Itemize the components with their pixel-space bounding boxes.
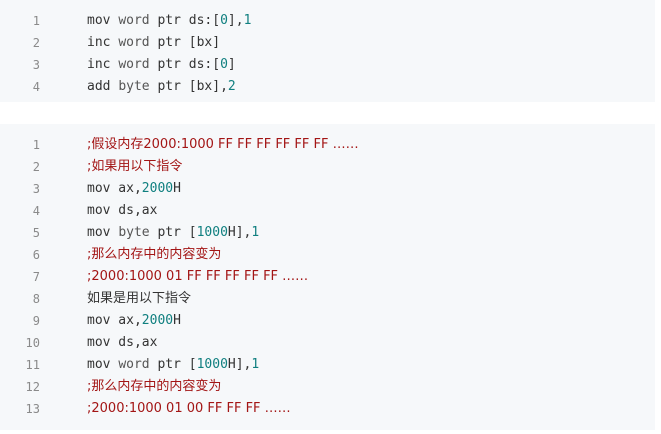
code-line: 1 mov word ptr ds:[0],1 [0, 10, 655, 32]
code-text: ;假设内存2000:1000 FF FF FF FF FF FF …… [40, 134, 655, 156]
code-token-plain: add [87, 79, 119, 94]
line-number: 3 [32, 58, 40, 72]
line-number: 8 [32, 292, 40, 306]
code-line: 8 如果是用以下指令 [0, 288, 655, 310]
code-token-cmt: ;那么内存中的内容变为 [87, 379, 222, 394]
code-token-cmt: ;2000:1000 01 00 FF FF FF …… [87, 401, 291, 416]
line-number: 2 [32, 36, 40, 50]
code-token-plain: H [173, 313, 181, 328]
line-number: 1 [32, 138, 40, 152]
code-token-plain: ], [227, 13, 244, 28]
code-block-2: 1 ;假设内存2000:1000 FF FF FF FF FF FF …… 2 ;如果… [0, 124, 655, 430]
code-text: mov ax,2000H [40, 178, 655, 200]
code-token-cmt: ;如果用以下指令 [87, 159, 183, 174]
code-token-cmt: ;那么内存中的内容变为 [87, 247, 222, 262]
code-token-plain: mov [87, 357, 119, 372]
line-number: 4 [32, 204, 40, 218]
code-text: ;如果用以下指令 [40, 156, 655, 178]
code-token-plain: mov [87, 13, 119, 28]
code-line: 11 mov word ptr [1000H],1 [0, 354, 655, 376]
line-number: 3 [32, 182, 40, 196]
code-token-num: 1 [243, 13, 252, 28]
code-text: mov ax,2000H [40, 310, 655, 332]
code-token-plain: ptr ds:[ [149, 13, 221, 28]
code-line: 2 ;如果用以下指令 [0, 156, 655, 178]
code-token-plain: mov ax, [87, 313, 142, 328]
code-line: 4 add byte ptr [bx],2 [0, 76, 655, 98]
line-number: 6 [32, 248, 40, 262]
code-token-num: 0 [220, 13, 228, 28]
code-token-type: byte [118, 225, 150, 240]
code-token-plain: mov ds,ax [87, 335, 158, 350]
code-text: ;2000:1000 01 FF FF FF FF FF …… [40, 266, 655, 288]
code-text: mov byte ptr [1000H],1 [40, 222, 655, 244]
code-line: 3 mov ax,2000H [0, 178, 655, 200]
line-number: 10 [25, 336, 40, 350]
code-token-plain: ptr [bx], [149, 79, 228, 94]
code-token-type: word [118, 13, 150, 28]
code-text: mov ds,ax [40, 332, 655, 354]
code-token-num: 1000 [196, 225, 228, 240]
code-text: mov word ptr [1000H],1 [40, 354, 655, 376]
code-text: add byte ptr [bx],2 [40, 76, 655, 98]
line-number: 1 [32, 14, 40, 28]
code-token-type: word [118, 35, 150, 50]
code-token-type: word [118, 57, 150, 72]
code-token-plain: mov [87, 225, 119, 240]
code-token-plain: ] [227, 57, 236, 72]
code-token-plain: inc [87, 35, 119, 50]
code-token-num: 1000 [196, 357, 228, 372]
code-text: mov word ptr ds:[0],1 [40, 10, 655, 32]
code-token-plain: ptr [ [149, 225, 197, 240]
code-line: 6 ;那么内存中的内容变为 [0, 244, 655, 266]
line-number: 5 [32, 226, 40, 240]
code-text: ;那么内存中的内容变为 [40, 244, 655, 266]
code-text: mov ds,ax [40, 200, 655, 222]
code-token-plain: ptr [bx] [149, 35, 221, 50]
code-token-type: byte [118, 79, 150, 94]
code-line: 9 mov ax,2000H [0, 310, 655, 332]
line-number: 9 [32, 314, 40, 328]
code-token-num: 2000 [141, 181, 174, 196]
code-token-num: 1 [251, 225, 260, 240]
code-text: ;2000:1000 01 00 FF FF FF …… [40, 398, 655, 420]
code-line: 3 inc word ptr ds:[0] [0, 54, 655, 76]
code-token-type: word [118, 357, 150, 372]
code-text: 如果是用以下指令 [40, 288, 655, 310]
code-token-plain: ptr [ [149, 357, 197, 372]
code-token-plain: H], [227, 225, 252, 240]
line-number: 4 [32, 80, 40, 94]
code-line: 12 ;那么内存中的内容变为 [0, 376, 655, 398]
code-line: 10 mov ds,ax [0, 332, 655, 354]
code-token-plain: 如果是用以下指令 [87, 291, 192, 306]
code-token-cmt: ;2000:1000 01 FF FF FF FF FF …… [87, 269, 309, 284]
code-token-cmt: ;假设内存2000:1000 FF FF FF FF FF FF …… [87, 137, 359, 152]
code-token-plain: mov ds,ax [87, 203, 158, 218]
code-token-plain: H [173, 181, 181, 196]
code-line: 2 inc word ptr [bx] [0, 32, 655, 54]
code-token-plain: ptr ds:[ [149, 57, 221, 72]
code-page: 1 mov word ptr ds:[0],1 2 inc word ptr [bx]… [0, 0, 661, 434]
code-line: 13 ;2000:1000 01 00 FF FF FF …… [0, 398, 655, 420]
code-block-1: 1 mov word ptr ds:[0],1 2 inc word ptr [bx]… [0, 0, 655, 102]
code-text: ;那么内存中的内容变为 [40, 376, 655, 398]
code-text: inc word ptr ds:[0] [40, 54, 655, 76]
code-text: inc word ptr [bx] [40, 32, 655, 54]
code-token-plain: mov ax, [87, 181, 142, 196]
code-line: 4 mov ds,ax [0, 200, 655, 222]
code-line: 1 ;假设内存2000:1000 FF FF FF FF FF FF …… [0, 134, 655, 156]
code-token-num: 1 [251, 357, 260, 372]
code-line: 7 ;2000:1000 01 FF FF FF FF FF …… [0, 266, 655, 288]
line-number: 11 [25, 358, 40, 372]
code-token-plain: H], [227, 357, 252, 372]
code-token-num: 0 [220, 57, 228, 72]
code-token-num: 2000 [141, 313, 174, 328]
line-number: 2 [32, 160, 40, 174]
line-number: 7 [32, 270, 40, 284]
line-number: 13 [25, 402, 40, 416]
line-number: 12 [25, 380, 40, 394]
code-token-num: 2 [227, 79, 236, 94]
code-token-plain: inc [87, 57, 119, 72]
code-line: 5 mov byte ptr [1000H],1 [0, 222, 655, 244]
